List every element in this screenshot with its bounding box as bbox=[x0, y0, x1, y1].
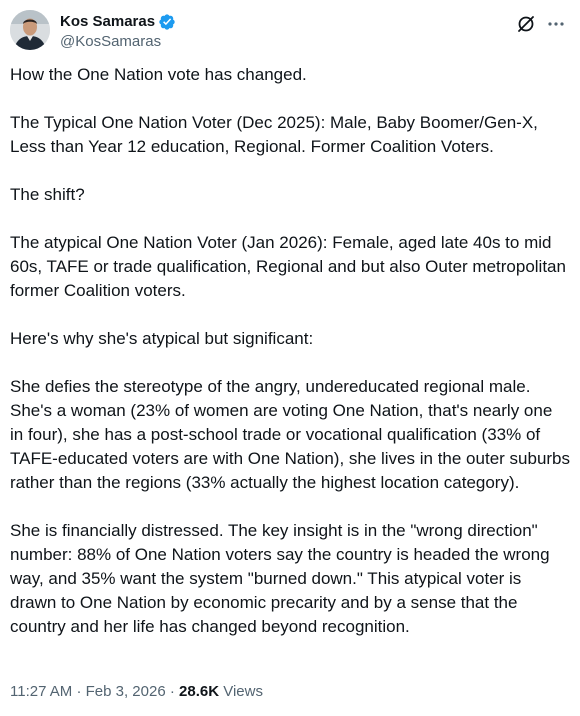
views-count[interactable]: 28.6K bbox=[179, 683, 219, 700]
tweet-paragraph: The shift? bbox=[10, 185, 85, 204]
views-label: Views bbox=[223, 683, 263, 700]
tweet-paragraph: The atypical One Nation Voter (Jan 2026)… bbox=[10, 233, 566, 300]
tweet-paragraph: She is financially distressed. The key i… bbox=[10, 521, 550, 636]
tweet: Kos Samaras @KosSamaras How the One Nati… bbox=[0, 0, 580, 716]
tweet-text: How the One Nation vote has changed. The… bbox=[10, 63, 570, 663]
verified-badge-icon[interactable] bbox=[158, 13, 176, 31]
grok-icon[interactable] bbox=[516, 14, 536, 34]
meta-separator: · bbox=[169, 683, 175, 700]
tweet-paragraph: How the One Nation vote has changed. bbox=[10, 65, 307, 84]
tweet-header: Kos Samaras @KosSamaras bbox=[10, 10, 570, 54]
author-names: Kos Samaras @KosSamaras bbox=[60, 12, 176, 52]
tweet-metadata: 11:27 AM · Feb 3, 2026 · 28.6K Views bbox=[10, 682, 263, 702]
more-icon[interactable] bbox=[546, 14, 566, 34]
tweet-date[interactable]: Feb 3, 2026 bbox=[86, 683, 166, 700]
avatar-image bbox=[10, 10, 50, 50]
avatar[interactable] bbox=[10, 10, 50, 50]
author-display-name[interactable]: Kos Samaras bbox=[60, 12, 155, 32]
author-handle[interactable]: @KosSamaras bbox=[60, 32, 176, 52]
tweet-paragraph: Here's why she's atypical but significan… bbox=[10, 329, 314, 348]
tweet-paragraph: The Typical One Nation Voter (Dec 2025):… bbox=[10, 113, 538, 156]
meta-separator: · bbox=[76, 683, 82, 700]
tweet-paragraph: She defies the stereotype of the angry, … bbox=[10, 377, 571, 492]
tweet-time[interactable]: 11:27 AM bbox=[10, 683, 72, 700]
